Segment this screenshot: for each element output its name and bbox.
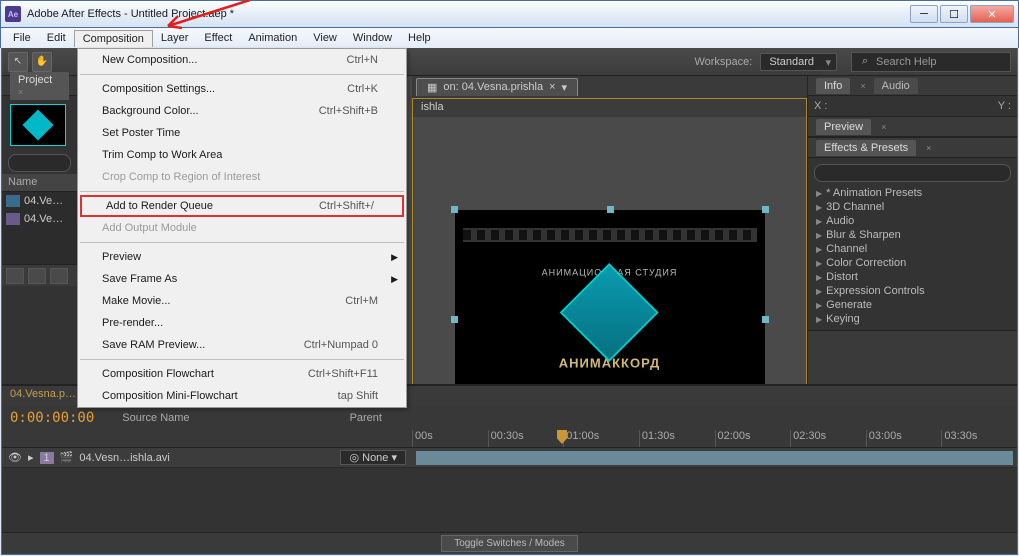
filmstrip-decoration [463,228,757,242]
menu-item-composition-flowchart[interactable]: Composition FlowchartCtrl+Shift+F11 [78,363,406,385]
menu-item-pre-render-[interactable]: Pre-render... [78,312,406,334]
eye-icon[interactable]: 👁 [8,451,22,464]
time-tick: 03:00s [866,430,942,447]
time-tick: 00s [412,430,488,447]
menu-animation[interactable]: Animation [240,30,305,46]
layer-type-icon: 🎬 [60,451,74,464]
bin-button[interactable] [6,268,24,284]
minimize-button[interactable]: ─ [910,5,938,23]
dropdown-icon[interactable]: ▾ [562,81,568,94]
menu-item-background-color-[interactable]: Background Color...Ctrl+Shift+B [78,100,406,122]
close-tab-icon[interactable]: × [549,81,555,94]
comp-name: ishla [413,99,806,117]
time-tick: 02:30s [790,430,866,447]
info-panel-tabs: Info × Audio [808,76,1017,96]
timeline-panel: 04.Vesna.p… × 0:00:00:00 Source Name Par… [2,384,1017,554]
preset-category[interactable]: ▶Generate [814,298,1011,312]
comp-icon: ▦ [427,81,437,94]
toggle-switches-button[interactable]: Toggle Switches / Modes [441,535,578,552]
menu-item-set-poster-time[interactable]: Set Poster Time [78,122,406,144]
project-panel-tab[interactable]: Project × [2,76,77,96]
preset-category[interactable]: ▶Expression Controls [814,284,1011,298]
time-tick: 01:00s [563,430,639,447]
close-button[interactable]: ✕ [970,5,1014,23]
menu-composition[interactable]: Composition [74,30,153,47]
parent-header[interactable]: Parent [350,412,382,424]
logo-graphic: АНИМАЦИОННАЯ СТУДИЯ АНИМАККОРД [542,268,678,371]
menu-item-composition-mini-flowchart[interactable]: Composition Mini-Flowcharttap Shift [78,385,406,407]
preset-category[interactable]: ▶Blur & Sharpen [814,228,1011,242]
menu-item-preview[interactable]: Preview▶ [78,246,406,268]
preset-category[interactable]: ▶Channel [814,242,1011,256]
menu-view[interactable]: View [305,30,345,46]
comp-tab[interactable]: ▦ on: 04.Vesna.prishla × ▾ [416,78,578,96]
transform-handle[interactable] [607,206,614,213]
current-time[interactable]: 0:00:00:00 [2,410,102,426]
menu-item-save-frame-as[interactable]: Save Frame As▶ [78,268,406,290]
menu-window[interactable]: Window [345,30,400,46]
menu-item-save-ram-preview-[interactable]: Save RAM Preview...Ctrl+Numpad 0 [78,334,406,356]
transform-handle[interactable] [451,206,458,213]
parent-dropdown[interactable]: ◎ None ▾ [340,450,406,465]
preset-category[interactable]: ▶Audio [814,214,1011,228]
preset-category[interactable]: ▶Distort [814,270,1011,284]
effects-presets-tab[interactable]: Effects & Presets [816,140,916,156]
comp-tabs: ▦ on: 04.Vesna.prishla × ▾ [412,76,807,98]
audio-tab[interactable]: Audio [874,78,918,94]
preset-category[interactable]: ▶Keying [814,312,1011,326]
search-icon: ⌕ [858,55,872,69]
project-name-header[interactable]: Name [2,174,77,192]
time-tick: 00:30s [488,430,564,447]
menu-item-make-movie-[interactable]: Make Movie...Ctrl+M [78,290,406,312]
menubar: FileEditCompositionLayerEffectAnimationV… [0,28,1019,48]
menu-item-crop-comp-to-region-of-interest: Crop Comp to Region of Interest [78,166,406,188]
annotation-arrow [150,0,260,30]
composition-menu-dropdown: New Composition...Ctrl+N Composition Sett… [77,48,407,408]
menu-item-new-composition-[interactable]: New Composition...Ctrl+N [78,49,406,71]
project-item-avi[interactable]: 04.Ve… [2,210,77,228]
menu-file[interactable]: File [5,30,39,46]
menu-edit[interactable]: Edit [39,30,74,46]
source-name-header[interactable]: Source Name [122,412,189,424]
search-help-input[interactable]: ⌕ Search Help [851,52,1011,72]
menu-layer[interactable]: Layer [153,30,197,46]
info-tab[interactable]: Info [816,78,850,94]
project-thumbnail [10,104,66,146]
preview-tab[interactable]: Preview [816,119,871,135]
project-footer [2,264,77,286]
project-item-comp[interactable]: 04.Ve… [2,192,77,210]
app-icon: Ae [5,6,21,22]
time-tick: 02:00s [715,430,791,447]
menu-item-trim-comp-to-work-area[interactable]: Trim Comp to Work Area [78,144,406,166]
hand-tool[interactable]: ✋ [32,52,52,72]
preset-category[interactable]: ▶* Animation Presets [814,186,1011,200]
layer-name: 04.Vesn…ishla.avi [79,452,170,464]
new-comp-button[interactable] [50,268,68,284]
transform-handle[interactable] [762,206,769,213]
layer-bar[interactable] [416,451,1013,465]
menu-item-composition-settings-[interactable]: Composition Settings...Ctrl+K [78,78,406,100]
menu-item-add-output-module: Add Output Module [78,217,406,239]
preset-category[interactable]: ▶3D Channel [814,200,1011,214]
workspace-label: Workspace: [694,56,752,68]
new-folder-button[interactable] [28,268,46,284]
maximize-button[interactable]: ☐ [940,5,968,23]
timeline-layer-row[interactable]: 👁 ▸ 1 🎬 04.Vesn…ishla.avi ◎ None ▾ [2,448,1017,468]
selection-tool[interactable]: ↖ [8,52,28,72]
workspace-dropdown[interactable]: Standard [760,53,837,71]
project-search[interactable] [8,154,71,172]
time-tick: 03:30s [941,430,1017,447]
transform-handle[interactable] [762,316,769,323]
menu-effect[interactable]: Effect [196,30,240,46]
transform-handle[interactable] [451,316,458,323]
time-tick: 01:30s [639,430,715,447]
time-ruler[interactable]: 00s00:30s01:00s01:30s02:00s02:30s03:00s0… [2,430,1017,448]
menu-help[interactable]: Help [400,30,439,46]
effects-search[interactable] [814,164,1011,182]
preset-category[interactable]: ▶Color Correction [814,256,1011,270]
menu-item-add-to-render-queue[interactable]: Add to Render QueueCtrl+Shift+/ [80,195,404,217]
